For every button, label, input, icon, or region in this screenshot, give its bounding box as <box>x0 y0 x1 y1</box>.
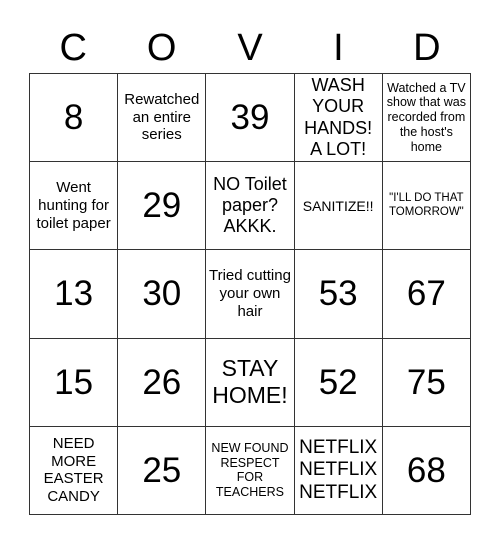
bingo-cell[interactable]: 15 <box>28 337 119 427</box>
bingo-grid: 8 Rewatched an entire series 39 WASH YOUR H… <box>28 72 472 515</box>
header-letter: D <box>413 27 441 69</box>
bingo-row: NEED MORE EASTER CANDY 25 NEW FOUND RESPEC… <box>28 425 472 515</box>
bingo-cell[interactable]: 52 <box>293 337 383 427</box>
bingo-cell[interactable]: 25 <box>117 425 207 515</box>
header-letter: O <box>146 27 177 69</box>
bingo-cell[interactable]: 75 <box>381 337 472 427</box>
bingo-cell[interactable]: 68 <box>381 425 472 515</box>
bingo-row: Went hunting for toilet paper 29 NO Toilet… <box>28 161 472 251</box>
bingo-cell[interactable]: Went hunting for toilet paper <box>28 161 119 251</box>
bingo-header: C O V I D <box>29 26 471 70</box>
bingo-cell[interactable]: "I'LL DO THAT TOMORROW" <box>381 161 472 251</box>
bingo-cell[interactable]: Watched a TV show that was recorded from… <box>381 72 472 163</box>
bingo-cell[interactable]: Rewatched an entire series <box>117 72 207 163</box>
bingo-cell[interactable]: 67 <box>381 249 472 339</box>
bingo-cell[interactable]: 39 <box>205 72 295 163</box>
bingo-cell[interactable]: 26 <box>117 337 207 427</box>
bingo-cell[interactable]: STAY HOME! <box>205 337 295 427</box>
bingo-row: 13 30 Tried cutting your own hair 53 67 <box>28 249 472 339</box>
bingo-cell[interactable]: SANITIZE!! <box>293 161 383 251</box>
bingo-cell[interactable]: Tried cutting your own hair <box>205 249 295 339</box>
bingo-cell[interactable]: 53 <box>293 249 383 339</box>
bingo-cell[interactable]: 29 <box>117 161 207 251</box>
header-letter: V <box>237 27 263 69</box>
bingo-cell[interactable]: NETFLIX NETFLIX NETFLIX <box>293 425 383 515</box>
header-letter: I <box>333 27 344 69</box>
bingo-cell[interactable]: 8 <box>28 72 119 163</box>
bingo-row: 15 26 STAY HOME! 52 75 <box>28 337 472 427</box>
bingo-cell[interactable]: WASH YOUR HANDS! A LOT! <box>293 72 383 163</box>
bingo-cell[interactable]: NO Toilet paper? AKKK. <box>205 161 295 251</box>
bingo-cell[interactable]: NEW FOUND RESPECT FOR TEACHERS <box>205 425 295 515</box>
bingo-row: 8 Rewatched an entire series 39 WASH YOUR H… <box>28 72 472 163</box>
bingo-cell[interactable]: 13 <box>28 249 119 339</box>
bingo-cell[interactable]: 30 <box>117 249 207 339</box>
bingo-cell[interactable]: NEED MORE EASTER CANDY <box>28 425 119 515</box>
header-letter: C <box>59 27 87 69</box>
